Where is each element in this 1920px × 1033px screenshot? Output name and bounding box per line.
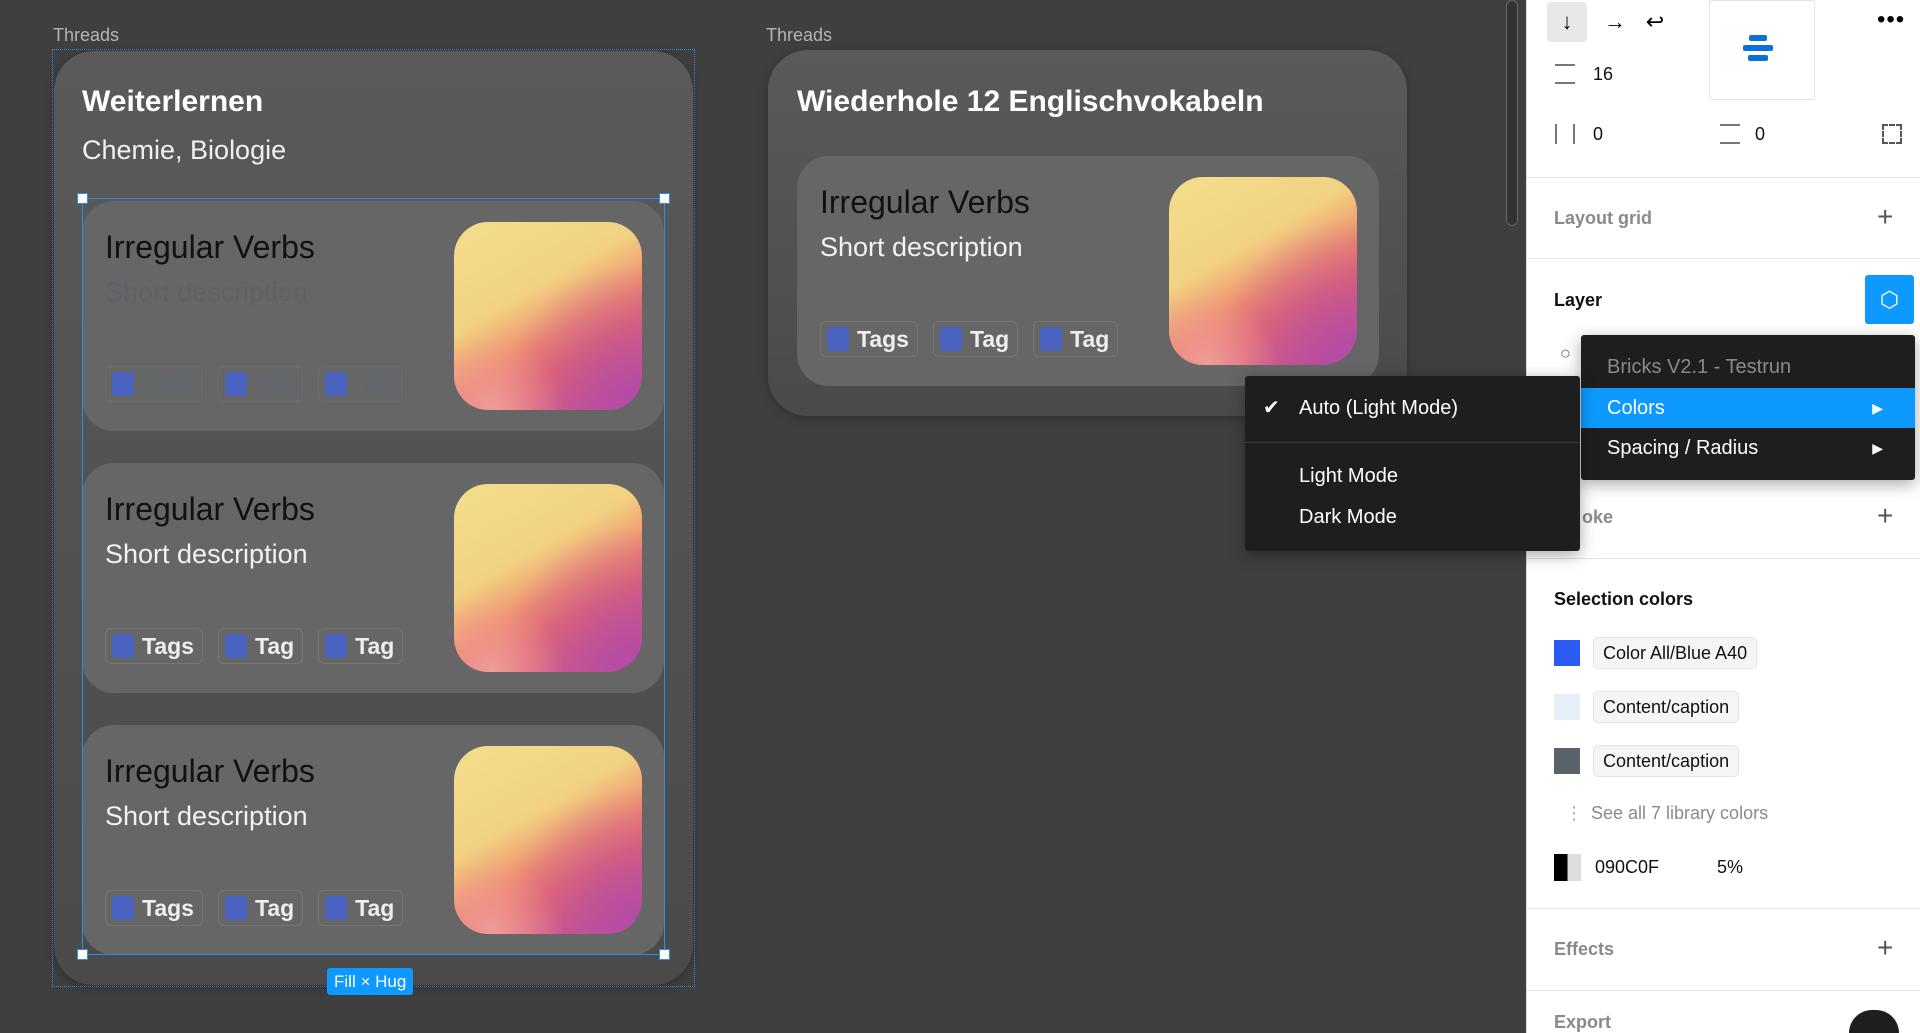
- color-swatch[interactable]: [1554, 640, 1580, 666]
- divider: [1527, 990, 1920, 991]
- menu-item-dark-mode[interactable]: Dark Mode: [1245, 497, 1580, 537]
- mode-submenu: ✔ Auto (Light Mode) Light Mode Dark Mode: [1245, 376, 1580, 551]
- divider: [1527, 258, 1920, 259]
- resize-handle-bottom-right[interactable]: [659, 949, 670, 960]
- menu-item-label: Dark Mode: [1299, 506, 1397, 528]
- menu-item-spacing-radius[interactable]: Spacing / Radius ▶: [1581, 428, 1915, 468]
- color-swatch[interactable]: [1554, 748, 1580, 774]
- submenu-arrow-icon: ▶: [1872, 400, 1883, 416]
- library-modes-button[interactable]: ⬡: [1865, 275, 1914, 324]
- effects-heading: Effects: [1554, 939, 1615, 959]
- card-title: Irregular Verbs: [820, 184, 1030, 220]
- size-badge: Fill × Hug: [327, 968, 414, 995]
- horizontal-padding-value[interactable]: 0: [1593, 124, 1603, 145]
- menu-separator: [1245, 442, 1580, 443]
- menu-item-label: Light Mode: [1299, 465, 1398, 487]
- arrow-right-icon[interactable]: →: [1595, 2, 1635, 42]
- frame-label[interactable]: Threads: [53, 25, 119, 46]
- menu-item-colors[interactable]: Colors ▶: [1581, 388, 1915, 428]
- divider: [1527, 908, 1920, 909]
- tag-label: Tag: [969, 325, 1010, 352]
- divider: [1527, 177, 1920, 178]
- tag-color-icon: [827, 327, 849, 351]
- tag-list: Tags Tag Tag: [820, 321, 1119, 357]
- card-description: Short description: [820, 232, 1023, 262]
- tag-color-icon: [939, 327, 962, 351]
- horizontal-padding-icon: [1555, 124, 1575, 144]
- tag-label: Tags: [857, 325, 909, 352]
- alignment-box[interactable]: [1709, 0, 1815, 100]
- layer-heading: Layer: [1554, 290, 1603, 310]
- submenu-arrow-icon: ▶: [1872, 440, 1883, 456]
- layout-grid-heading: Layout grid: [1554, 208, 1652, 228]
- tag-chip[interactable]: Tag: [932, 321, 1019, 357]
- resize-handle-bottom-left[interactable]: [77, 949, 88, 960]
- arrow-down-icon[interactable]: ↓: [1547, 2, 1587, 42]
- add-layout-grid-icon[interactable]: +: [1877, 203, 1893, 231]
- resize-handle-top-left[interactable]: [77, 193, 88, 204]
- tag-label: Tag: [1070, 325, 1110, 352]
- help-button[interactable]: [1849, 1010, 1899, 1033]
- frame-title: Weiterlernen: [82, 85, 264, 118]
- drop-icon: ○: [1560, 343, 1571, 363]
- hex-value[interactable]: 090C0F: [1595, 857, 1659, 878]
- opacity-value[interactable]: 5%: [1717, 857, 1743, 878]
- item-spacing-value[interactable]: 16: [1593, 64, 1613, 85]
- menu-item-label: Colors: [1607, 397, 1665, 419]
- item-spacing-icon: [1555, 64, 1575, 84]
- library-menu: Bricks V2.1 - Testrun Colors ▶ Spacing / …: [1581, 335, 1915, 480]
- frame-label[interactable]: Threads: [766, 25, 832, 46]
- menu-item-light-mode[interactable]: Light Mode: [1245, 456, 1580, 496]
- library-menu-header: Bricks V2.1 - Testrun: [1607, 356, 1792, 378]
- menu-item-label: Spacing / Radius: [1607, 437, 1759, 459]
- selection-colors-heading: Selection colors: [1554, 589, 1694, 609]
- vertical-padding-value[interactable]: 0: [1755, 124, 1765, 145]
- selection-box: [82, 198, 665, 955]
- frame-title: Wiederhole 12 Englischvokabeln: [797, 85, 1264, 118]
- color-swatch-090c0f[interactable]: [1554, 854, 1581, 881]
- tag-chip[interactable]: Tag: [1033, 321, 1119, 357]
- align-bar: [1749, 35, 1767, 41]
- card-gradient-image: [1169, 177, 1357, 365]
- export-heading: Export: [1554, 1012, 1612, 1032]
- color-style-chip[interactable]: Color All/Blue A40: [1593, 637, 1758, 669]
- align-bar: [1748, 55, 1768, 61]
- resize-handle-top-right[interactable]: [659, 193, 670, 204]
- wrap-icon[interactable]: ↩: [1635, 2, 1675, 42]
- align-bar: [1743, 45, 1773, 51]
- color-swatch[interactable]: [1554, 694, 1580, 720]
- stroke-heading: oke: [1582, 507, 1614, 527]
- checkmark-icon: ✔: [1263, 397, 1280, 419]
- properties-panel: ↓ → ↩ ••• 16 0 0 Layout grid + Layer ⬡ ○…: [1526, 0, 1920, 1033]
- divider: [1527, 558, 1920, 559]
- menu-item-auto-light-mode[interactable]: ✔ Auto (Light Mode): [1245, 388, 1580, 428]
- add-stroke-icon[interactable]: +: [1877, 502, 1893, 530]
- individual-padding-icon[interactable]: [1882, 124, 1902, 144]
- canvas-scrollbar[interactable]: [1506, 0, 1518, 226]
- lesson-card[interactable]: Irregular Verbs Short description Tags Tag T…: [797, 156, 1379, 386]
- color-style-chip[interactable]: Content/caption: [1593, 691, 1740, 723]
- tag-chip[interactable]: Tags: [820, 321, 918, 357]
- see-all-library-colors-link[interactable]: See all 7 library colors: [1591, 803, 1768, 824]
- frame-subtitle: Chemie, Biologie: [82, 135, 287, 165]
- add-effect-icon[interactable]: +: [1877, 934, 1893, 962]
- more-options-icon[interactable]: •••: [1877, 6, 1905, 34]
- tag-color-icon: [1040, 327, 1063, 351]
- library-dots-icon: ⋮: [1565, 803, 1583, 823]
- vertical-padding-icon: [1720, 124, 1740, 144]
- menu-item-label: Auto (Light Mode): [1299, 397, 1458, 419]
- color-style-chip[interactable]: Content/caption: [1593, 745, 1740, 777]
